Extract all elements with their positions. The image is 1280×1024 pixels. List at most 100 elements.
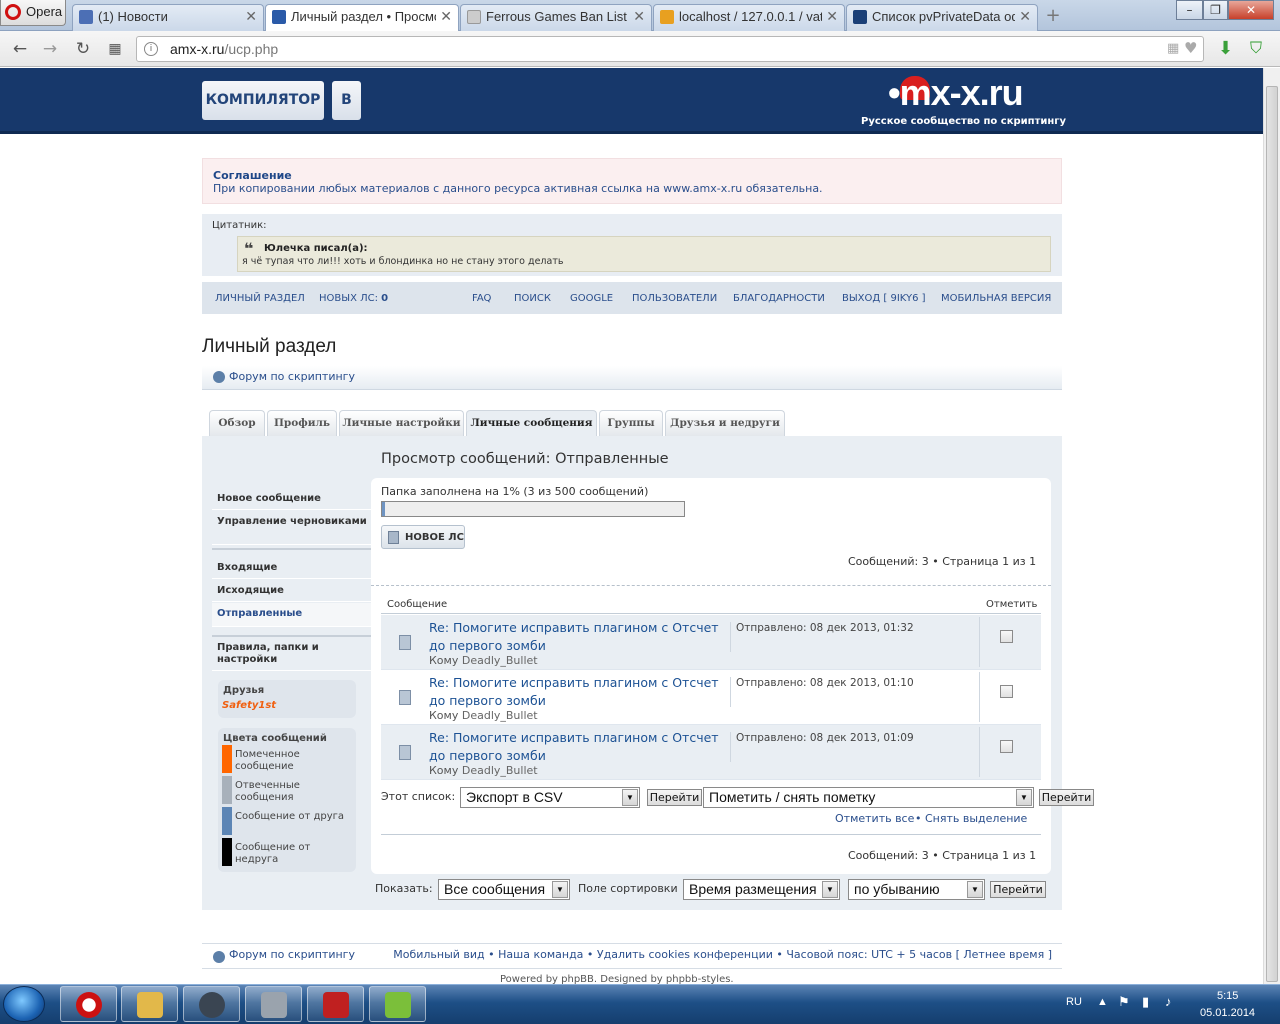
download-arrow-icon[interactable]: ⬇ <box>1218 38 1233 59</box>
mark-go-button[interactable]: Перейти <box>1039 789 1094 806</box>
mark-all-link[interactable]: Отметить все <box>835 812 914 825</box>
sort-field-select[interactable]: Время размещения ▼ <box>683 879 840 900</box>
site-info-icon[interactable]: i <box>144 42 158 56</box>
network-signal-icon[interactable]: ▮ <box>1142 994 1149 1010</box>
menu-inbox[interactable]: Входящие <box>212 561 371 579</box>
recipient-link[interactable]: Deadly_Bullet <box>462 709 538 722</box>
tab-profile[interactable]: Профиль <box>267 410 337 436</box>
reload-icon[interactable]: ↻ <box>72 39 94 59</box>
close-icon[interactable]: ✕ <box>633 8 645 25</box>
url-field[interactable]: i amx-x.ru/ucp.php ▦ ♥ <box>136 36 1204 62</box>
mark-checkbox[interactable] <box>1000 685 1013 698</box>
close-window-button[interactable]: ✕ <box>1228 0 1274 20</box>
nav-new-pm[interactable]: НОВЫХ ЛС: 0 <box>319 293 388 304</box>
tab-label: Список pvPrivateData офи <box>872 9 1015 24</box>
tab-preferences[interactable]: Личные настройки <box>339 410 464 436</box>
breadcrumb-forum-link[interactable]: Форум по скриптингу <box>229 370 355 383</box>
message-title-link[interactable]: Re: Помогите исправить плагином с Отсчет… <box>429 729 719 765</box>
grid-icon[interactable]: ▦ <box>1167 41 1179 56</box>
unmark-all-link[interactable]: Снять выделение <box>925 812 1027 825</box>
footer-links[interactable]: Мобильный вид • Наша команда • Удалить c… <box>393 948 1052 961</box>
nav-ucp-link[interactable]: ЛИЧНЫЙ РАЗДЕЛ <box>215 293 305 304</box>
show-label: Показать: <box>375 882 433 895</box>
tab-label: Ferrous Games Ban List <box>486 9 627 24</box>
new-pm-button[interactable]: НОВОЕ ЛС <box>381 525 465 549</box>
taskbar-explorer[interactable] <box>121 986 178 1022</box>
nav-search-link[interactable]: ПОИСК <box>514 293 551 304</box>
taskbar-steam[interactable] <box>183 986 240 1022</box>
browser-tab-news[interactable]: (1) Новости ✕ <box>72 4 264 31</box>
browser-tab-phpmyadmin[interactable]: localhost / 127.0.0.1 / vats ✕ <box>653 4 845 31</box>
nav-logout-link[interactable]: ВЫХОД [ 9IKY6 ] <box>842 293 926 304</box>
taskbar-counter-strike[interactable] <box>245 986 302 1022</box>
tab-friends-foes[interactable]: Друзья и недруги <box>665 410 785 436</box>
sort-go-button[interactable]: Перейти <box>990 881 1046 898</box>
clock-date[interactable]: 05.01.2014 <box>1200 1007 1255 1019</box>
nav-thanks-link[interactable]: БЛАГОДАРНОСТИ <box>733 293 825 304</box>
language-indicator[interactable]: RU <box>1066 996 1082 1008</box>
tab-private-messages[interactable]: Личные сообщения <box>466 410 597 437</box>
scrollbar-thumb[interactable] <box>1266 86 1278 982</box>
recipient-link[interactable]: Deadly_Bullet <box>462 654 538 667</box>
speed-dial-grid-icon[interactable]: ▦ <box>104 39 126 59</box>
vk-button[interactable]: В <box>332 81 361 120</box>
close-icon[interactable]: ✕ <box>826 8 838 25</box>
nav-users-link[interactable]: ПОЛЬЗОВАТЕЛИ <box>632 293 717 304</box>
page-scrollbar[interactable] <box>1263 68 1280 984</box>
url-text: amx-x.ru/ucp.php <box>170 41 279 57</box>
browser-tab-banlist[interactable]: Ferrous Games Ban List ✕ <box>460 4 652 31</box>
new-tab-plus-icon[interactable]: + <box>1043 6 1063 26</box>
menu-drafts[interactable]: Управление черновиками <box>212 515 371 545</box>
menu-rules-folders[interactable]: Правила, папки и настройки <box>212 641 371 671</box>
mark-checkbox[interactable] <box>1000 630 1013 643</box>
message-title-link[interactable]: Re: Помогите исправить плагином с Отсчет… <box>429 674 719 710</box>
menu-sent[interactable]: Отправленные <box>212 603 371 627</box>
menu-compose[interactable]: Новое сообщение <box>212 492 371 510</box>
new-pm-label: НОВОЕ ЛС <box>405 532 464 543</box>
taskbar-opera[interactable] <box>60 986 117 1022</box>
browser-tab-ucp[interactable]: Личный раздел • Просмо ✕ <box>265 4 459 32</box>
export-go-button[interactable]: Перейти <box>647 789 702 806</box>
table-row: Re: Помогите исправить плагином с Отсчет… <box>381 670 1041 725</box>
footer-forum-link[interactable]: Форум по скриптингу <box>229 948 355 961</box>
compiler-button[interactable]: КОМПИЛЯТОР <box>202 81 324 120</box>
mark-checkbox[interactable] <box>1000 740 1013 753</box>
friend-link[interactable]: Safety1st <box>222 700 276 711</box>
list-action-label: Этот список: <box>381 790 456 803</box>
close-icon[interactable]: ✕ <box>440 8 452 25</box>
maximize-button[interactable]: ❐ <box>1203 0 1228 20</box>
back-arrow-icon[interactable]: ← <box>9 39 31 59</box>
recipient-link[interactable]: Deadly_Bullet <box>462 764 538 777</box>
start-button[interactable] <box>3 986 45 1022</box>
nav-mobile-link[interactable]: МОБИЛЬНАЯ ВЕРСИЯ <box>941 293 1051 304</box>
browser-tab-amxx-doc[interactable]: Список pvPrivateData офи ✕ <box>846 4 1038 31</box>
quote-author: Юлечка писал(а): <box>264 243 368 254</box>
volume-icon[interactable]: ♪ <box>1165 994 1172 1009</box>
opera-menu-button[interactable]: Opera <box>0 0 66 26</box>
taskbar-half-life[interactable] <box>307 986 364 1022</box>
message-title-link[interactable]: Re: Помогите исправить плагином с Отсчет… <box>429 619 719 655</box>
show-select[interactable]: Все сообщения ▼ <box>438 879 570 900</box>
clock-time[interactable]: 5:15 <box>1217 990 1238 1002</box>
action-center-flag-icon[interactable]: ⚑ <box>1118 994 1130 1010</box>
tray-expand-icon[interactable]: ▲ <box>1097 996 1108 1008</box>
adblock-shield-icon[interactable]: ⛉ <box>1250 38 1262 58</box>
minimize-button[interactable]: – <box>1176 0 1203 20</box>
close-icon[interactable]: ✕ <box>245 8 257 25</box>
nav-faq-link[interactable]: FAQ <box>472 293 491 304</box>
export-select[interactable]: Экспорт в CSV ▼ <box>460 787 640 808</box>
opera-menu-label: Opera <box>26 4 63 19</box>
heart-icon[interactable]: ♥ <box>1184 39 1197 57</box>
sort-order-select[interactable]: по убыванию ▼ <box>848 879 985 900</box>
tab-overview[interactable]: Обзор <box>209 410 265 436</box>
tab-groups[interactable]: Группы <box>599 410 663 436</box>
taskbar-notepad-plus[interactable] <box>369 986 426 1022</box>
site-logo[interactable]: •mx-x.ru <box>888 72 1024 114</box>
notice-title: Соглашение <box>213 169 292 182</box>
forward-arrow-icon[interactable]: → <box>39 39 61 59</box>
close-icon[interactable]: ✕ <box>1019 8 1031 25</box>
menu-outbox[interactable]: Исходящие <box>212 584 371 602</box>
mark-select[interactable]: Пометить / снять пометку ▼ <box>703 787 1034 808</box>
quote-text: я чё тупая что ли!!! хоть и блондинка но… <box>242 256 564 267</box>
nav-google-link[interactable]: GOOGLE <box>570 293 613 304</box>
